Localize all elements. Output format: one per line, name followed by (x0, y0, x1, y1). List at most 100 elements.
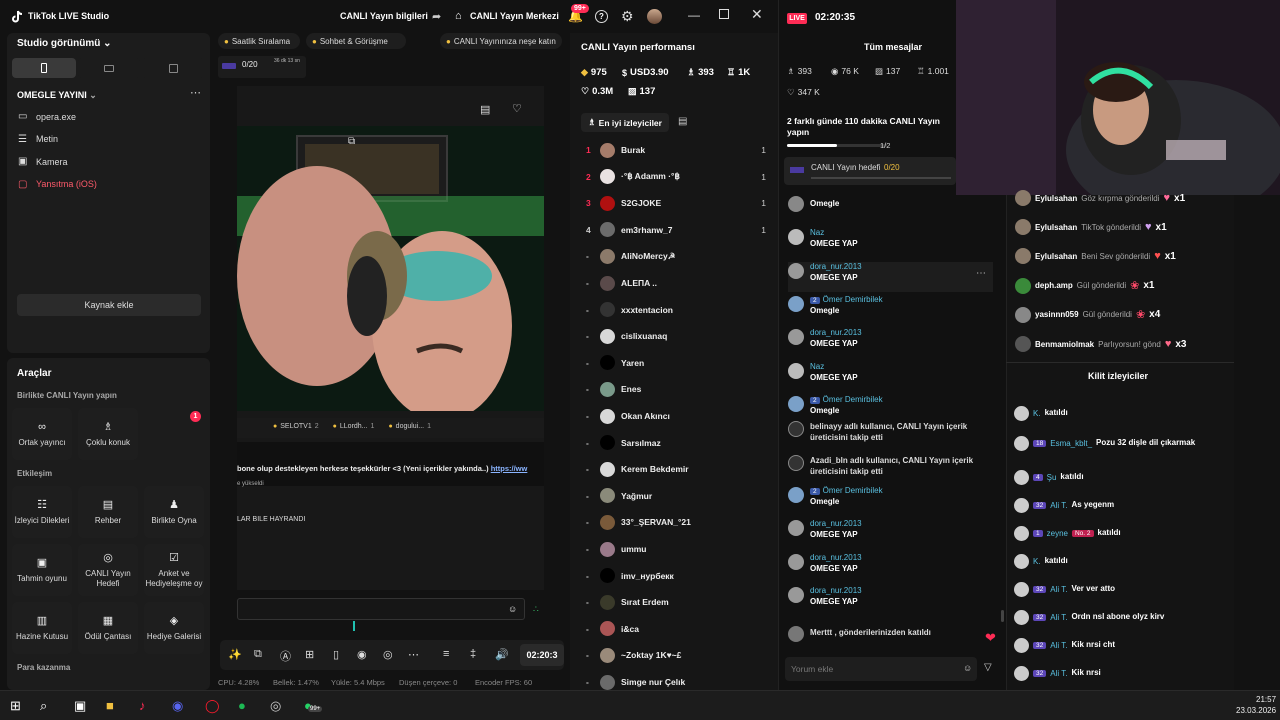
landscape-layout-button[interactable] (78, 58, 140, 78)
goal-card[interactable]: CANLI Yayın hedefi 0/20 (784, 157, 956, 185)
viewer-row[interactable]: - cislixuanaq (586, 325, 766, 347)
chat-message[interactable]: 2 Ömer Demirbilek Omegle (788, 486, 993, 516)
ticker-link[interactable]: https://ww (491, 464, 528, 473)
record-icon[interactable]: ◉ (357, 648, 367, 661)
locked-viewer-row[interactable]: 32 Ali T. Ver ver atto (1014, 578, 1229, 600)
live-info-button[interactable]: CANLI Yayın bilgileri (340, 11, 428, 21)
top-pill[interactable]: ● Saatlik Sıralama (218, 33, 300, 49)
viewer-row[interactable]: - ~Zoktay 1K♥~£ (586, 644, 766, 666)
tool-button[interactable]: ▤ Rehber (78, 486, 138, 538)
goal-widget[interactable]: 0/20 36 dk 13 sn (218, 56, 306, 78)
locked-viewer-row[interactable]: 18 Esma_kblt_ Pozu 32 dişle dil çıkarmak (1014, 432, 1229, 454)
locked-viewer-row[interactable]: 32 Ali T. Kik nrsi cht (1014, 634, 1229, 656)
source-item[interactable]: ▣ Kamera (18, 156, 68, 167)
comment-input[interactable]: Yorum ekle ☺ (785, 657, 977, 681)
chat-message[interactable]: Naz OMEGE YAP (788, 362, 993, 392)
layers-layout-button[interactable] (142, 58, 204, 78)
add-box-icon[interactable]: ⊞ (305, 648, 314, 661)
viewer-row[interactable]: - Sarsılmaz (586, 432, 766, 454)
tool-button[interactable]: ♗ Çoklu konuk (78, 408, 138, 460)
screen-icon[interactable]: ⧉ (254, 648, 262, 661)
viewer-row[interactable]: - Enes (586, 378, 766, 400)
source-item[interactable]: ▭ opera.exe (18, 111, 76, 122)
mic-icon[interactable]: ‡ (470, 648, 476, 660)
folder-icon[interactable]: ■ (106, 698, 114, 713)
scene-dropdown[interactable]: OMEGLE YAYINI ⌄ (17, 90, 97, 101)
obs-icon[interactable]: ◎ (270, 698, 281, 714)
chat-message[interactable]: dora_nur.2013 OMEGE YAP ⋯ (788, 261, 993, 292)
heart-icon[interactable]: ❤ (985, 630, 996, 646)
locked-viewer-row[interactable]: 32 Ali T. Kik nrsi (1014, 662, 1229, 684)
all-messages-tab[interactable]: Tüm mesajlar (864, 42, 922, 52)
chat-message[interactable]: dora_nur.2013 OMEGE YAP (788, 586, 993, 616)
viewer-row[interactable]: - Yağmur (586, 485, 766, 507)
avatar[interactable] (647, 9, 662, 24)
emoji-icon[interactable]: ☺ (963, 663, 972, 673)
portrait-layout-button[interactable] (12, 58, 76, 78)
locked-viewer-row[interactable]: K. katıldı (1014, 550, 1229, 572)
viewer-row[interactable]: 3 S2GJOKE 1 (586, 192, 766, 214)
settings-circle-icon[interactable]: ◎ (383, 648, 393, 661)
tool-button[interactable]: ☑ Anket ve Hediyeleşme oy (144, 544, 204, 596)
tool-button[interactable]: ▦ Ödül Çantası (78, 602, 138, 654)
add-source-button[interactable]: Kaynak ekle (17, 294, 201, 316)
locked-viewer-row[interactable]: K. katıldı (1014, 402, 1229, 424)
maximize-icon[interactable] (719, 9, 729, 19)
share-icon[interactable]: ➦ (432, 10, 441, 23)
sliders-icon[interactable]: ≡ (443, 648, 449, 660)
more-icon[interactable]: ⋯ (408, 648, 419, 661)
more-icon[interactable]: ⋯ (976, 268, 986, 279)
viewer-row[interactable]: 2 ·°฿ Adamm ·°฿ 1 (586, 166, 766, 188)
phone-icon[interactable]: ▯ (333, 648, 339, 661)
viewer-row[interactable]: - ummu (586, 538, 766, 560)
chat-message[interactable]: dora_nur.2013 OMEGE YAP (788, 519, 993, 549)
volume-icon[interactable]: 🔊 (495, 648, 509, 661)
layout-icon[interactable]: ▤ (480, 103, 490, 116)
home-icon[interactable]: ⌂ (455, 10, 462, 22)
viewer-row[interactable]: - Okan Akıncı (586, 405, 766, 427)
tool-button[interactable]: ∞ Ortak yayıncı (12, 408, 72, 460)
chat-message[interactable]: Naz OMEGE YAP (788, 228, 993, 258)
top-viewers-tab[interactable]: ♗ En iyi izleyiciler (581, 113, 669, 132)
list-icon[interactable]: ▤ (678, 116, 687, 127)
opera-icon[interactable]: ◯ (205, 698, 220, 714)
task-view-icon[interactable]: ▣ (74, 698, 86, 714)
locked-viewer-row[interactable]: 32 Ali T. As yegenm (1014, 494, 1229, 516)
windows-icon[interactable]: ⊞ (10, 698, 21, 714)
tool-button[interactable]: ▣ Tahmin oyunu (12, 544, 72, 596)
tool-button[interactable]: ☷ İzleyici Dilekleri (12, 486, 72, 538)
discord-icon[interactable]: ◉ (172, 698, 183, 714)
viewer-row[interactable]: - imv_нурбекк (586, 565, 766, 587)
studio-view-dropdown[interactable]: Studio görünümü ⌄ (17, 38, 112, 49)
chat-message[interactable]: Omegle (788, 195, 993, 225)
viewer-row[interactable]: - ALEПA .. (586, 272, 766, 294)
locked-viewer-row[interactable]: 1 zeyne No. 2 katıldı (1014, 522, 1229, 544)
tool-button[interactable]: ◎ CANLI Yayın Hedefi (78, 544, 138, 596)
locked-viewer-row[interactable]: 4 Şu katıldı (1014, 466, 1229, 488)
tool-button[interactable]: ◈ Hediye Galerisi (144, 602, 204, 654)
chat-message[interactable]: dora_nur.2013 OMEGE YAP (788, 328, 993, 358)
minimize-icon[interactable]: — (688, 8, 700, 22)
source-item[interactable]: ☰ Metin (18, 134, 58, 145)
tool-button[interactable]: ▥ Hazine Kutusu (12, 602, 72, 654)
search-icon[interactable]: ⌕ (40, 698, 47, 714)
help-icon[interactable]: ? (595, 10, 608, 23)
spotify-icon[interactable]: ● (238, 698, 246, 713)
tool-button[interactable]: ♟ Birlikte Oyna (144, 486, 204, 538)
viewer-row[interactable]: - 33°_ŞERVAN_°21 (586, 511, 766, 533)
viewer-row[interactable]: - i&ca (586, 618, 766, 640)
copy-icon[interactable]: ⧉ (348, 136, 355, 147)
viewer-row[interactable]: - Kerem Bekdemir (586, 458, 766, 480)
viewer-row[interactable]: - xxxtentacion (586, 299, 766, 321)
locked-viewer-row[interactable]: 32 Ali T. Ordn nsl abone olyz kirv (1014, 606, 1229, 628)
viewer-row[interactable]: - Sırat Erdem (586, 591, 766, 613)
source-item[interactable]: ▢ Yansıtma (iOS) (18, 179, 97, 190)
more-icon[interactable]: ⋯ (190, 86, 201, 99)
viewer-row[interactable]: 4 em3rhanw_7 1 (586, 219, 766, 241)
viewer-row[interactable]: - AliNoMercy☭ (586, 245, 766, 267)
magic-wand-icon[interactable]: ✨ (228, 648, 242, 661)
heart-outline-icon[interactable]: ♡ (512, 102, 522, 115)
gear-icon[interactable]: ⚙ (621, 8, 634, 25)
preview-text-input[interactable] (237, 598, 525, 620)
live-center-button[interactable]: CANLI Yayın Merkezi (470, 11, 559, 21)
